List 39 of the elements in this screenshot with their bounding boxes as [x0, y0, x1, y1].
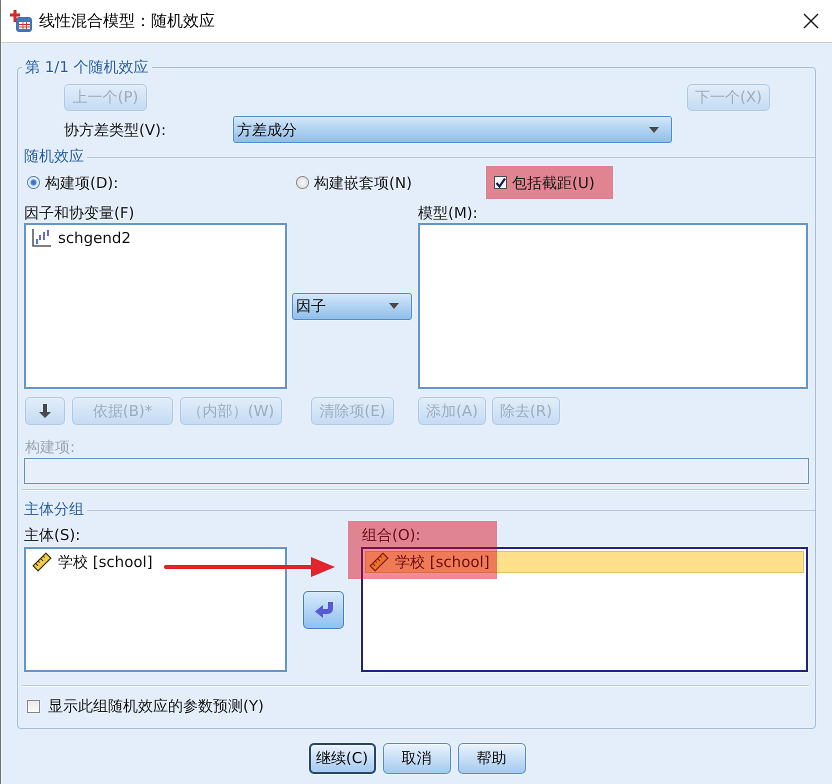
list-item[interactable]: 学校 [school]	[28, 551, 283, 573]
field-label: 因子和协变量(F)	[24, 203, 136, 223]
checkbox-label[interactable]: 包括截距(U)	[512, 172, 595, 192]
bar-chart-icon	[32, 229, 52, 247]
checkbox[interactable]	[27, 700, 40, 712]
group-title: 第 1/1 个随机效应	[24, 57, 150, 77]
section-title: 主体分组	[24, 500, 84, 518]
field-label: 组合(O):	[361, 525, 422, 546]
window-title: 线性混合模型：随机效应	[39, 10, 216, 32]
list-box[interactable]	[418, 223, 808, 389]
section-title: 随机效应	[24, 147, 84, 165]
move-button[interactable]	[303, 590, 344, 628]
close-icon[interactable]	[803, 13, 819, 29]
term-type-dropdown[interactable]: 因子	[292, 292, 412, 320]
down-arrow-icon	[38, 404, 52, 418]
covariance-type-dropdown[interactable]: 方差成分	[233, 116, 672, 143]
field-label: 模型(M):	[418, 203, 479, 223]
caret-icon	[389, 303, 399, 309]
radio-button[interactable]	[27, 176, 40, 189]
app-icon	[10, 10, 32, 32]
list-item[interactable]: 学校 [school]	[365, 551, 804, 573]
field-label: 协方差类型(V):	[63, 120, 168, 140]
list-box[interactable]: 学校 [school]	[24, 547, 287, 672]
help-button[interactable]: 帮助	[458, 743, 526, 774]
ruler-icon	[369, 552, 389, 572]
radio-label[interactable]: 构建嵌套项(N)	[314, 172, 412, 192]
field-label: 主体(S):	[24, 525, 82, 546]
checkbox-label[interactable]: 显示此组随机效应的参数预测(Y)	[48, 696, 264, 716]
list-box[interactable]: schgend2	[24, 223, 287, 389]
cancel-button[interactable]: 取消	[382, 743, 450, 774]
checkbox[interactable]	[494, 176, 507, 189]
list-box[interactable]: 学校 [school]	[361, 547, 808, 672]
caret-icon	[649, 126, 659, 132]
radio-label[interactable]: 构建项(D):	[45, 172, 118, 192]
list-item[interactable]: schgend2	[28, 227, 283, 249]
radio-button[interactable]	[296, 176, 309, 189]
curved-arrow-icon	[314, 602, 334, 618]
continue-button[interactable]: 继续(C)	[308, 743, 376, 774]
field-label: 构建项:	[24, 437, 76, 457]
